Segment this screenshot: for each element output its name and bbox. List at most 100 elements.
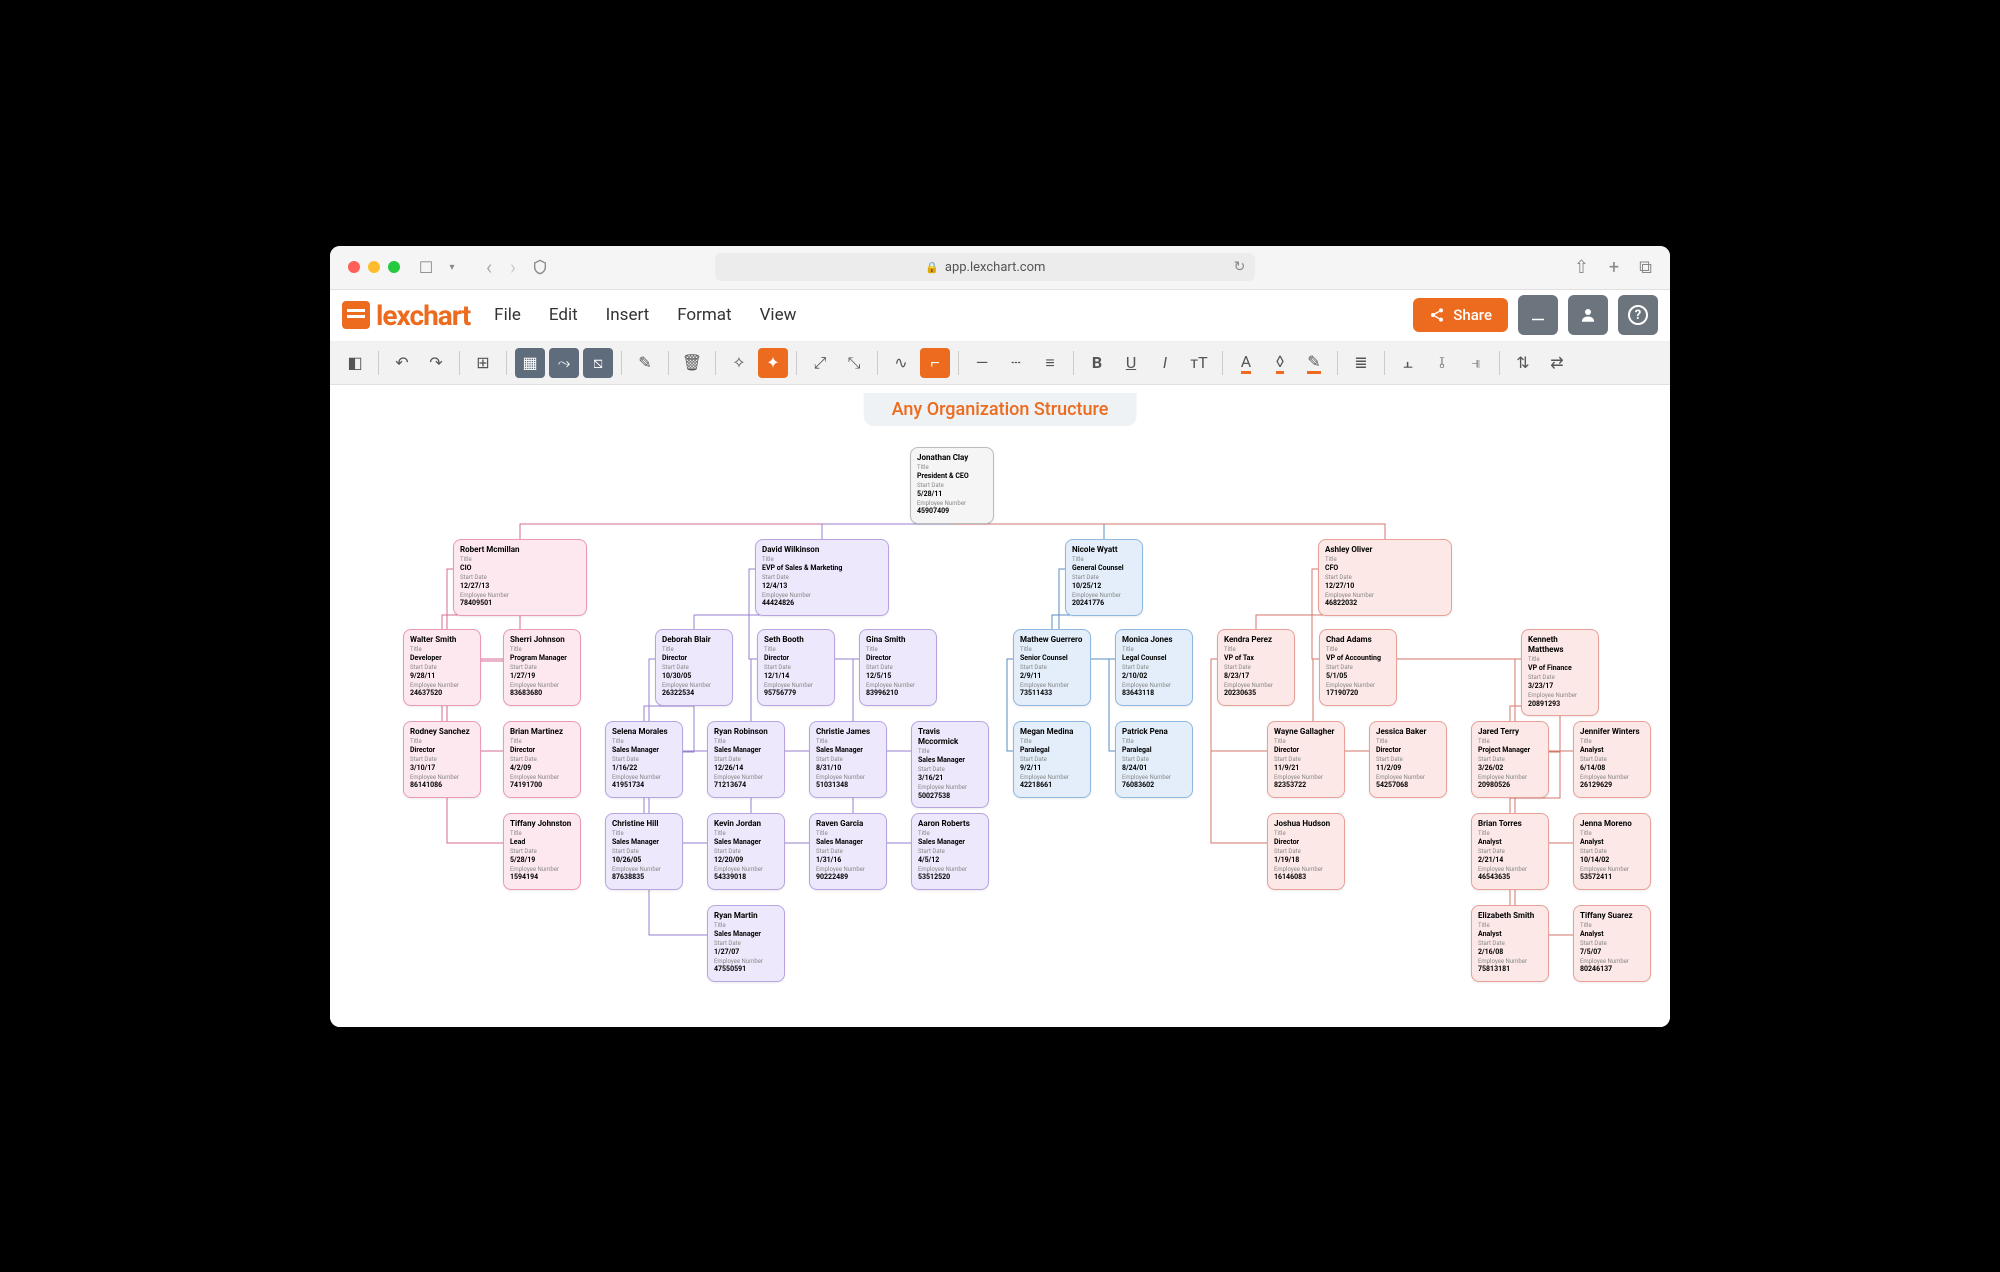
forward-icon[interactable]: › <box>510 255 516 279</box>
org-node[interactable]: Selena MoralesTitleSales ManagerStart Da… <box>605 721 683 798</box>
add-node-icon[interactable]: ▦ <box>515 348 545 378</box>
org-node[interactable]: Chad AdamsTitleVP of AccountingStart Dat… <box>1319 629 1397 706</box>
sidebar-toggle-icon[interactable]: ☐ <box>416 257 436 277</box>
org-node[interactable]: Ashley OliverTitleCFOStart Date12/27/10E… <box>1318 539 1452 616</box>
logo[interactable]: lexchart <box>342 299 470 332</box>
org-node[interactable]: Christie JamesTitleSales ManagerStart Da… <box>809 721 887 798</box>
grid-icon[interactable]: ⊞ <box>468 348 498 378</box>
dropdown-icon[interactable]: ▾ <box>442 257 462 277</box>
undo-icon[interactable]: ↶ <box>387 348 417 378</box>
org-node[interactable]: Jonathan ClayTitlePresident & CEOStart D… <box>910 447 994 524</box>
text-box-icon[interactable]: ⧅ <box>583 348 613 378</box>
help-button[interactable]: ? <box>1618 295 1658 335</box>
trash-icon[interactable]: 🗑 <box>677 348 707 378</box>
download-button[interactable] <box>1518 295 1558 335</box>
text-color-icon[interactable]: A <box>1231 348 1261 378</box>
org-node[interactable]: Elizabeth SmithTitleAnalystStart Date2/1… <box>1471 905 1549 982</box>
maximize-icon[interactable] <box>388 261 400 273</box>
swap-icon[interactable]: ⇄ <box>1542 348 1572 378</box>
panel-toggle-icon[interactable]: ◧ <box>340 348 370 378</box>
sort-icon[interactable]: ⇅ <box>1508 348 1538 378</box>
shield-icon[interactable] <box>532 258 548 276</box>
org-node[interactable]: Tiffany SuarezTitleAnalystStart Date7/5/… <box>1573 905 1651 982</box>
curve-icon[interactable]: ∿ <box>886 348 916 378</box>
org-node[interactable]: Patrick PenaTitleParalegalStart Date8/24… <box>1115 721 1193 798</box>
org-node[interactable]: Megan MedinaTitleParalegalStart Date9/2/… <box>1013 721 1091 798</box>
org-node[interactable]: Nicole WyattTitleGeneral CounselStart Da… <box>1065 539 1143 616</box>
org-node[interactable]: Brian TorresTitleAnalystStart Date2/21/1… <box>1471 813 1549 890</box>
tabs-icon[interactable]: ⧉ <box>1639 257 1652 278</box>
org-node[interactable]: Robert McmillanTitleCIOStart Date12/27/1… <box>453 539 587 616</box>
org-node[interactable]: Sherri JohnsonTitleProgram ManagerStart … <box>503 629 581 706</box>
org-chart: Jonathan ClayTitlePresident & CEOStart D… <box>340 447 1660 987</box>
org-node[interactable]: Jared TerryTitleProject ManagerStart Dat… <box>1471 721 1549 798</box>
org-node[interactable]: Jenna MorenoTitleAnalystStart Date10/14/… <box>1573 813 1651 890</box>
user-button[interactable] <box>1568 295 1608 335</box>
expand-icon[interactable]: ⤢ <box>805 348 835 378</box>
canvas[interactable]: Any Organization Structure Jonathan Clay… <box>330 385 1670 1027</box>
elbow-icon[interactable]: ⌐ <box>920 348 950 378</box>
magic-wand-icon[interactable]: ✧ <box>724 348 754 378</box>
org-node[interactable]: Deborah BlairTitleDirectorStart Date10/3… <box>655 629 733 706</box>
org-node[interactable]: Joshua HudsonTitleDirectorStart Date1/19… <box>1267 813 1345 890</box>
org-node[interactable]: Ryan MartinTitleSales ManagerStart Date1… <box>707 905 785 982</box>
url-bar[interactable]: 🔒 app.lexchart.com ↻ <box>715 253 1255 281</box>
halign-center-icon[interactable]: ⫱ <box>1427 348 1457 378</box>
org-node[interactable]: Raven GarciaTitleSales ManagerStart Date… <box>809 813 887 890</box>
org-node[interactable]: Gina SmithTitleDirectorStart Date12/5/15… <box>859 629 937 706</box>
redo-icon[interactable]: ↷ <box>421 348 451 378</box>
halign-right-icon[interactable]: ⫣ <box>1461 348 1491 378</box>
menu-format[interactable]: Format <box>677 305 731 325</box>
org-node[interactable]: Tiffany JohnstonTitleLeadStart Date5/28/… <box>503 813 581 890</box>
reload-icon[interactable]: ↻ <box>1234 259 1246 275</box>
org-node[interactable]: Ryan RobinsonTitleSales ManagerStart Dat… <box>707 721 785 798</box>
align-left-icon[interactable]: ≣ <box>1346 348 1376 378</box>
italic-icon[interactable]: I <box>1150 348 1180 378</box>
org-node[interactable]: Aaron RobertsTitleSales ManagerStart Dat… <box>911 813 989 890</box>
org-node[interactable]: Kevin JordanTitleSales ManagerStart Date… <box>707 813 785 890</box>
org-node[interactable]: Walter SmithTitleDeveloperStart Date9/28… <box>403 629 481 706</box>
org-node[interactable]: Jennifer WintersTitleAnalystStart Date6/… <box>1573 721 1651 798</box>
collapse-icon[interactable]: ⤡ <box>839 348 869 378</box>
close-icon[interactable] <box>348 261 360 273</box>
fill-color-icon[interactable]: ◊ <box>1265 348 1295 378</box>
org-node[interactable]: Rodney SanchezTitleDirectorStart Date3/1… <box>403 721 481 798</box>
line-weight-icon[interactable]: ≡ <box>1035 348 1065 378</box>
org-node[interactable]: Jessica BakerTitleDirectorStart Date11/2… <box>1369 721 1447 798</box>
halign-left-icon[interactable]: ⫠ <box>1393 348 1423 378</box>
help-icon: ? <box>1628 305 1648 325</box>
org-node[interactable]: Kendra PerezTitleVP of TaxStart Date8/23… <box>1217 629 1295 706</box>
app-header: lexchart File Edit Insert Format View Sh… <box>330 290 1670 342</box>
org-node[interactable]: Kenneth MatthewsTitleVP of FinanceStart … <box>1521 629 1599 716</box>
bold-icon[interactable]: B <box>1082 348 1112 378</box>
org-node[interactable]: Seth BoothTitleDirectorStart Date12/1/14… <box>757 629 835 706</box>
org-node[interactable]: Wayne GallagherTitleDirectorStart Date11… <box>1267 721 1345 798</box>
logo-text: lexchart <box>376 299 470 332</box>
auto-layout-icon[interactable]: ✦ <box>758 348 788 378</box>
menu-view[interactable]: View <box>760 305 797 325</box>
org-node[interactable]: Travis MccormickTitleSales ManagerStart … <box>911 721 989 808</box>
org-node[interactable]: Christine HillTitleSales ManagerStart Da… <box>605 813 683 890</box>
text-size-icon[interactable]: тT <box>1184 348 1214 378</box>
menu-edit[interactable]: Edit <box>549 305 578 325</box>
pencil-icon[interactable]: ✎ <box>630 348 660 378</box>
org-node[interactable]: Brian MartinezTitleDirectorStart Date4/2… <box>503 721 581 798</box>
menu-insert[interactable]: Insert <box>606 305 650 325</box>
org-node[interactable]: Monica JonesTitleLegal CounselStart Date… <box>1115 629 1193 706</box>
menu-file[interactable]: File <box>494 305 521 325</box>
minimize-icon[interactable] <box>368 261 380 273</box>
share-icon[interactable]: ⇧ <box>1574 257 1589 278</box>
connector-icon[interactable]: ⤳ <box>549 348 579 378</box>
line-dashed-icon[interactable]: ┄ <box>1001 348 1031 378</box>
org-node[interactable]: David WilkinsonTitleEVP of Sales & Marke… <box>755 539 889 616</box>
underline-icon[interactable]: U <box>1116 348 1146 378</box>
share-button[interactable]: Share <box>1413 298 1508 332</box>
border-color-icon[interactable]: ✎ <box>1299 348 1329 378</box>
org-node[interactable]: Mathew GuerreroTitleSenior CounselStart … <box>1013 629 1091 706</box>
share-network-icon <box>1429 307 1445 323</box>
back-icon[interactable]: ‹ <box>486 255 492 279</box>
line-solid-icon[interactable]: — <box>967 348 997 378</box>
chart-title: Any Organization Structure <box>864 393 1137 426</box>
new-tab-icon[interactable]: + <box>1609 257 1619 278</box>
url-text: app.lexchart.com <box>945 260 1046 275</box>
